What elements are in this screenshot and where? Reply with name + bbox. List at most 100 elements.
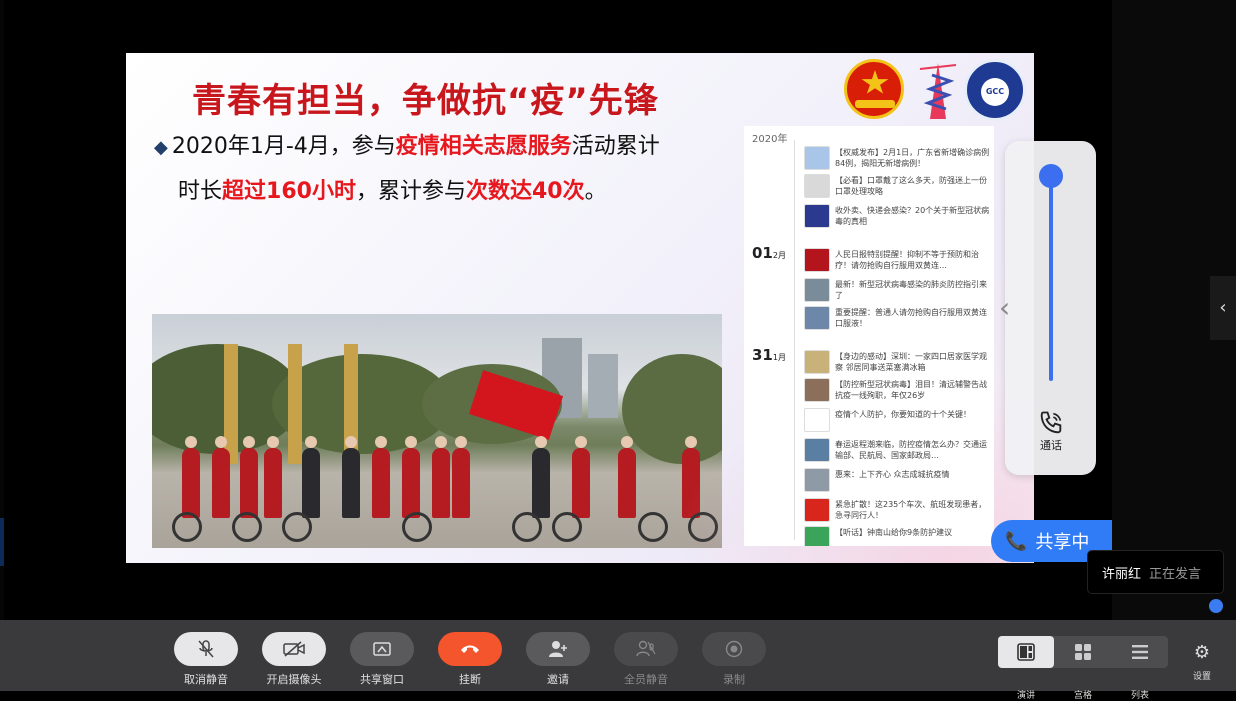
timeline-news-item: 【防控新型冠状病毒】泪目！清远辅警告战抗疫一线殉职，年仅26岁 [804,376,992,404]
date-day: 01 [752,244,773,262]
timeline-news-item: 重要提醒：普通人请勿抢购自行服用双黄连口服液！ [804,304,992,332]
photo-person [452,436,470,518]
photo-person [682,436,700,518]
photo-person [240,436,258,518]
news-thumbnail [804,278,830,302]
photo-person [302,436,320,518]
sharing-label: 共享中 [1035,532,1090,553]
meeting-toolbar: 取消静音 开启摄像头 共享窗口 挂断 邀请 全员静音 录制 演讲 宫格 列表 ⚙… [0,620,1236,701]
news-thumbnail [804,350,830,374]
date-day: 31 [752,346,773,364]
list-view-button[interactable] [1112,636,1168,668]
timeline-news-item: 【必看】口罩戴了这么多天，防强迷上一份口罩处理攻略 [804,172,992,200]
invite-user-icon [526,632,590,666]
record-label: 录制 [723,673,745,686]
photo-bike-wheel [512,512,542,542]
news-thumbnail [804,438,830,462]
unmute-label: 取消静音 [184,673,228,686]
settings-button[interactable]: ⚙ 设置 [1186,642,1218,682]
news-thumbnail [804,204,830,228]
text-run: 。 [584,179,607,204]
mute-all-button[interactable]: 全员静音 [614,632,678,687]
ribbon-logo [919,63,957,119]
news-headline: 疫情个人防护，你要知道的十个关键！ [835,410,971,419]
text-run: 时长 [178,179,223,204]
news-headline: 【必看】口罩戴了这么多天，防强迷上一份口罩处理攻略 [835,176,987,196]
news-headline: 人民日报特别提醒！抑制不等于预防和治疗！请勿抢购自行服用双黄连… [835,250,979,270]
bullet-line-2: 时长超过160小时，累计参与次数达40次。 [154,170,734,214]
photo-tree [622,354,722,464]
hang-up-button[interactable]: 挂断 [438,632,502,687]
list-view-label: 列表 [1130,691,1149,701]
speaker-name: 许丽红 [1102,566,1142,582]
share-window-label: 共享窗口 [360,673,404,686]
highlight-run: 疫情相关志愿服务 [395,134,572,159]
hang-up-label: 挂断 [459,673,481,686]
news-thumbnail [804,174,830,198]
timeline-news-item: 收外卖、快递会感染？20个关于新型冠状病毒的真相 [804,202,992,230]
photo-person [532,436,550,518]
volume-slider-fill [1049,169,1053,381]
date-month: 1月 [772,353,786,362]
slide-title: 青春有担当，争做抗“疫”先锋 [192,81,659,121]
news-thumbnail [804,306,830,330]
text-run: 2020年1月-4月，参与 [171,134,396,159]
news-thumbnail [804,378,830,402]
invite-button[interactable]: 邀请 [526,632,590,687]
photo-person [572,436,590,518]
record-button[interactable]: 录制 [702,632,766,687]
share-window-icon [350,632,414,666]
school-emblem-logo [964,59,1026,121]
news-headline: 【身边的感动】深圳：一家四口居家医学观察 邻居同事送菜塞满冰箱 [835,352,987,372]
photo-pole [224,344,238,464]
text-run: ，累计参与 [355,179,466,204]
phone-share-icon: 📞 [1005,530,1028,552]
share-window-button[interactable]: 共享窗口 [350,632,414,687]
news-headline: 【权威发布】2月1日，广东省新增确诊病例84例，揭阳无新增病例！ [835,148,990,168]
news-thumbnail [804,498,830,522]
volume-slider-knob[interactable] [1039,164,1063,188]
photo-person [432,436,450,518]
news-thumbnail [804,468,830,492]
chevron-left-tab-icon[interactable]: ‹ [1210,276,1236,340]
photo-bike-wheel [172,512,202,542]
active-speaker-tooltip: 许丽红 正在发言 [1088,551,1223,593]
news-headline: 重要提醒：普通人请勿抢购自行服用双黄连口服液！ [835,308,987,328]
timeline-news-item: 春运返程潮来临，防控疫情怎么办？交通运输部、民航局、国家邮政局… [804,436,992,464]
timeline-news-item: 【权威发布】2月1日，广东省新增确诊病例84例，揭阳无新增病例！ [804,144,992,172]
mute-all-label: 全员静音 [624,673,668,686]
diamond-bullet-icon: ◆ [154,137,168,158]
grid-view-button[interactable] [1055,636,1111,668]
chevron-left-icon[interactable]: ‹ [999,291,1010,324]
speaker-status: 正在发言 [1149,566,1202,582]
news-headline: 【听话】钟南山给你9条防护建议 [835,528,953,537]
start-camera-button[interactable]: 开启摄像头 [262,632,326,687]
list-view-icon [1132,645,1148,659]
highlight-run: 超过160小时 [222,179,356,204]
news-timeline-panel: 2020年 012月 311月 【权威发布】2月1日，广东省新增确诊病例84例，… [744,126,994,546]
photo-person [212,436,230,518]
left-edge-marker [0,518,4,566]
photo-bike-wheel [552,512,582,542]
photo-person [342,436,360,518]
layout-switcher: 演讲 宫格 列表 [998,636,1168,701]
unmute-button[interactable]: 取消静音 [174,632,238,687]
settings-label: 设置 [1192,672,1211,682]
camera-off-icon [262,632,326,666]
news-thumbnail [804,146,830,170]
timeline-news-item: 【身边的感动】深圳：一家四口居家医学观察 邻居同事送菜塞满冰箱 [804,348,992,376]
news-thumbnail [804,408,830,432]
news-thumbnail [804,526,830,546]
mini-window-icon[interactable] [1209,599,1223,613]
volunteer-group-photo [152,314,722,548]
call-label: 通话 [1040,439,1062,452]
text-run: 活动累计 [571,134,660,159]
volume-slider-track[interactable] [1049,169,1053,381]
photo-person [618,436,636,518]
floating-control-panel: ‹ 通话 [999,141,1096,475]
call-button[interactable]: 通话 [1031,409,1071,453]
grid-view-icon [1075,644,1091,660]
timeline-date-1: 012月 [752,244,786,262]
photo-bike-wheel [688,512,718,542]
speaker-view-button[interactable] [998,636,1054,668]
